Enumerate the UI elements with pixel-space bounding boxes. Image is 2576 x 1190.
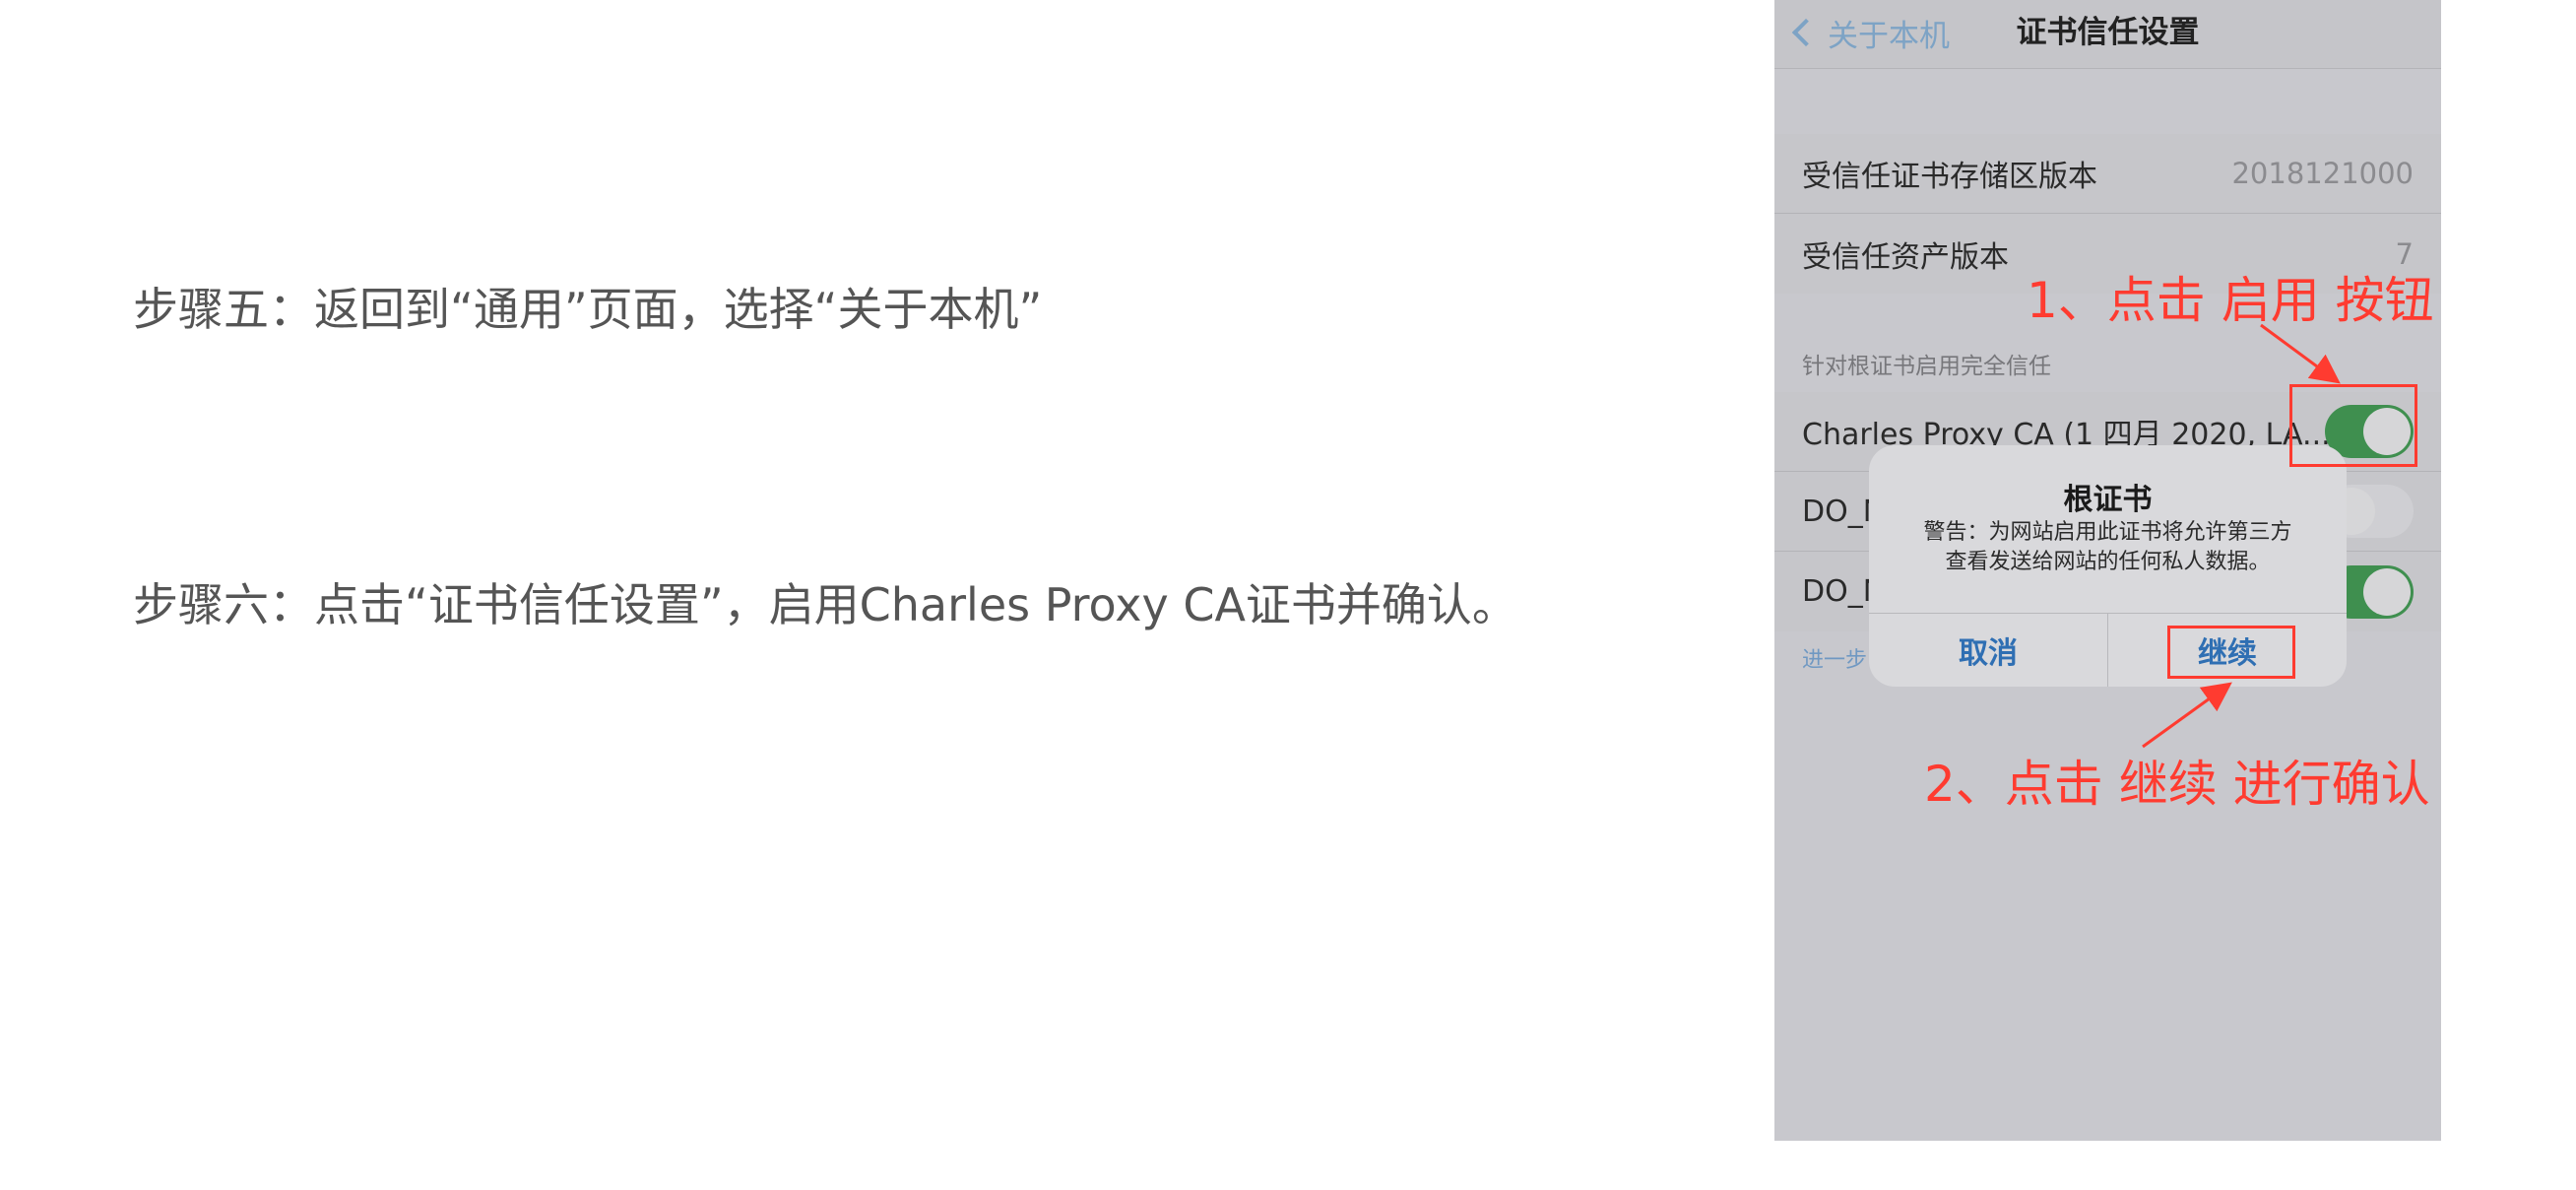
page-title: 证书信任设置 [2016,15,2200,50]
continue-highlight-box [2167,626,2295,679]
cancel-button[interactable]: 取消 [1869,614,2108,687]
alert-title: 根证书 [2063,483,2153,517]
annotation-step-one: 1、点击 启用 按钮 [2027,272,2434,329]
step-five-text: 步骤五：返回到“通用”页面，选择“关于本机” [133,283,1043,336]
alert-message: 警告：为网站启用此证书将允许第三方 查看发送给网站的任何私人数据。 [1889,518,2327,577]
trust-asset-version-label: 受信任资产版本 [1802,239,2009,275]
toggle-knob [2363,567,2411,616]
alert-message-line: 警告：为网站启用此证书将允许第三方 [1923,520,2292,545]
section-header: 针对根证书启用完全信任 [1802,354,2051,379]
trust-store-version-label: 受信任证书存储区版本 [1802,160,2097,194]
learn-more-link[interactable]: 进一步 [1802,642,1867,674]
trust-store-version-value: 2018121000 [2231,157,2414,190]
trust-store-version-row: 受信任证书存储区版本 2018121000 [1774,134,2441,214]
navigation-bar: 关于本机 证书信任设置 [1774,0,2441,69]
alert-message-line: 查看发送给网站的任何私人数据。 [1945,550,2271,574]
slide: 步骤五：返回到“通用”页面，选择“关于本机” 步骤六：点击“证书信任设置”，启用… [0,0,2576,1190]
annotation-step-two: 2、点击 继续 进行确认 [1924,756,2430,813]
step-six-text: 步骤六：点击“证书信任设置”，启用Charles Proxy CA证书并确认。 [133,578,1517,631]
toggle-highlight-box [2289,384,2417,467]
